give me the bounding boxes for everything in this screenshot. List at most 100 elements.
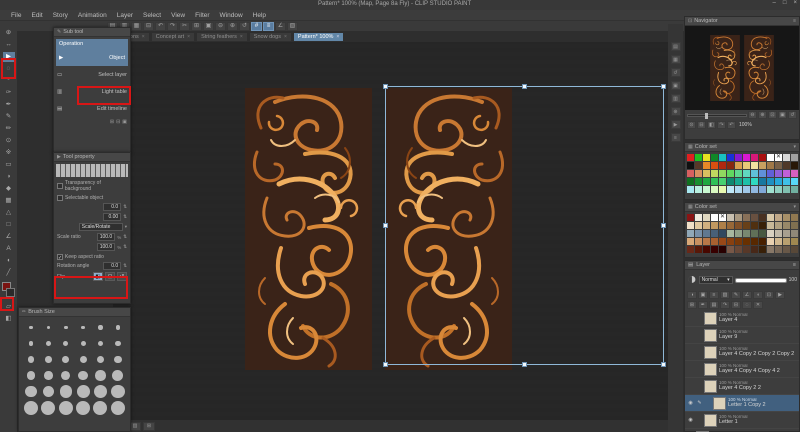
snap-icon[interactable]: ≡ bbox=[263, 22, 274, 31]
color-swatch[interactable] bbox=[695, 230, 702, 237]
color-swatch[interactable] bbox=[743, 214, 750, 221]
color-swatch[interactable] bbox=[775, 238, 782, 245]
tool-property-value[interactable]: 100.0 bbox=[97, 233, 116, 241]
color-swatch[interactable] bbox=[751, 178, 758, 185]
tool-property-value[interactable]: 0.0 bbox=[103, 262, 121, 270]
layer-lock-icon[interactable]: ≡ bbox=[709, 291, 719, 299]
layer-panel-menu-icon[interactable]: ≡ bbox=[793, 262, 796, 268]
selection-handle[interactable] bbox=[383, 84, 388, 89]
subtool-light-table[interactable]: ▥Light table bbox=[54, 83, 130, 100]
print-icon[interactable]: ⊟ bbox=[143, 22, 154, 31]
color-swatch[interactable] bbox=[735, 154, 742, 161]
brush-size-200[interactable] bbox=[58, 368, 74, 383]
figure-tool-icon[interactable]: △ bbox=[3, 208, 15, 218]
blend-mode-select[interactable]: Normal▾ bbox=[699, 276, 733, 284]
color-swatch[interactable] bbox=[735, 186, 742, 193]
color-swatch[interactable] bbox=[791, 238, 798, 245]
color-swatch[interactable] bbox=[743, 186, 750, 193]
brush-tool-icon[interactable]: ✏ bbox=[3, 124, 15, 134]
delete-layer-icon[interactable]: ✕ bbox=[753, 301, 763, 309]
brush-size-25[interactable] bbox=[58, 336, 74, 351]
zoom-tool-icon[interactable]: ⊕ bbox=[3, 28, 15, 38]
brush-size-50[interactable] bbox=[110, 336, 126, 351]
color-swatch[interactable] bbox=[727, 230, 734, 237]
spinner-icon[interactable]: ⇅ bbox=[123, 204, 127, 210]
canvas-area[interactable] bbox=[113, 42, 668, 420]
color-swatch[interactable] bbox=[687, 162, 694, 169]
tab-close-icon[interactable]: × bbox=[336, 34, 339, 40]
opacity-slider[interactable] bbox=[735, 278, 787, 283]
decoration-tool-icon[interactable]: ※ bbox=[3, 148, 15, 158]
color-swatch[interactable] bbox=[711, 178, 718, 185]
info-tab-icon[interactable]: ▣ bbox=[671, 81, 681, 90]
spinner-icon[interactable]: ⇅ bbox=[123, 263, 127, 269]
color-swatch[interactable] bbox=[711, 154, 718, 161]
color-swatch[interactable] bbox=[719, 246, 726, 253]
nav-rotate-left-icon[interactable]: ↶ bbox=[727, 121, 736, 129]
color-swatch[interactable] bbox=[695, 162, 702, 169]
timeline-tab-icon[interactable]: ≡ bbox=[671, 133, 681, 142]
tool-property-value[interactable]: 0.0 bbox=[103, 203, 121, 211]
color-swatch[interactable] bbox=[711, 214, 718, 221]
color-swatch[interactable] bbox=[703, 230, 710, 237]
brush-size-40[interactable] bbox=[92, 336, 108, 351]
auto-select-tool-icon[interactable]: * bbox=[3, 76, 15, 86]
color-swatch[interactable] bbox=[695, 170, 702, 177]
color-swatch[interactable] bbox=[687, 222, 694, 229]
color-swatch[interactable] bbox=[791, 170, 798, 177]
selection-handle[interactable] bbox=[661, 223, 666, 228]
color-swatch[interactable] bbox=[775, 162, 782, 169]
menu-filter[interactable]: Filter bbox=[190, 12, 214, 19]
color-swatch[interactable] bbox=[687, 178, 694, 185]
color-swatch[interactable] bbox=[767, 178, 774, 185]
color-swatch[interactable] bbox=[711, 230, 718, 237]
subtool-edit-timeline[interactable]: ▤Edit timeline bbox=[54, 100, 130, 117]
color-swatch[interactable] bbox=[751, 154, 758, 161]
color-swatch[interactable] bbox=[727, 186, 734, 193]
layer-mask-icon[interactable]: ◖ bbox=[753, 291, 763, 299]
color-swatch[interactable] bbox=[727, 170, 734, 177]
color-swatch[interactable] bbox=[751, 246, 758, 253]
flip-vertical-button[interactable]: ⊟ bbox=[105, 272, 115, 281]
color-swatch[interactable] bbox=[767, 230, 774, 237]
quick-access-tab-icon[interactable]: ▤ bbox=[671, 42, 681, 51]
color-swatch[interactable] bbox=[751, 186, 758, 193]
color-swatch[interactable] bbox=[783, 222, 790, 229]
sub-tool-footer-icon-2[interactable]: ▣ bbox=[122, 119, 127, 125]
tool-property-value[interactable]: 0.00 bbox=[103, 213, 121, 221]
color-swatch[interactable] bbox=[791, 178, 798, 185]
color-swatch[interactable]: ✕ bbox=[775, 154, 782, 161]
color-swatch[interactable] bbox=[727, 162, 734, 169]
color-swatch[interactable] bbox=[719, 186, 726, 193]
color-swatch[interactable] bbox=[711, 222, 718, 229]
redo-icon[interactable]: ↷ bbox=[167, 22, 178, 31]
subtool-select-layer[interactable]: ▭Select layer bbox=[54, 66, 130, 83]
gradient-tool-icon[interactable]: ▦ bbox=[3, 196, 15, 206]
color-swatch[interactable] bbox=[719, 230, 726, 237]
spinner-icon[interactable]: ⇅ bbox=[123, 234, 127, 240]
eyedropper-tool-icon[interactable]: ✑ bbox=[3, 88, 15, 98]
nav-zoom-in-icon[interactable]: ⊕ bbox=[758, 111, 767, 119]
search-tab-icon[interactable]: ⊕ bbox=[671, 107, 681, 116]
save-icon[interactable]: ▦ bbox=[131, 22, 142, 31]
move-tool-icon[interactable]: ↔ bbox=[3, 40, 15, 50]
material-tab-icon[interactable]: ▦ bbox=[671, 55, 681, 64]
nav-actual-icon[interactable]: ▣ bbox=[778, 111, 787, 119]
menu-select[interactable]: Select bbox=[138, 12, 166, 19]
color-swatch[interactable] bbox=[751, 222, 758, 229]
brush-size-2[interactable] bbox=[40, 320, 56, 335]
chevron-down-icon[interactable]: ▾ bbox=[793, 144, 796, 150]
selection-handle[interactable] bbox=[661, 84, 666, 89]
tab-close-icon[interactable]: × bbox=[187, 34, 190, 40]
color-swatch[interactable] bbox=[751, 170, 758, 177]
brush-size-170[interactable] bbox=[40, 368, 56, 383]
color-swatch[interactable] bbox=[735, 238, 742, 245]
color-swatch[interactable] bbox=[711, 162, 718, 169]
brush-size-600[interactable] bbox=[92, 384, 108, 399]
color-swatch[interactable] bbox=[735, 214, 742, 221]
maximize-button[interactable]: □ bbox=[783, 0, 787, 6]
brush-size-650[interactable] bbox=[110, 384, 126, 399]
nav-zoom-out-icon[interactable]: ⊖ bbox=[748, 111, 757, 119]
color-swatch[interactable] bbox=[695, 238, 702, 245]
selection-handle[interactable] bbox=[522, 362, 527, 367]
